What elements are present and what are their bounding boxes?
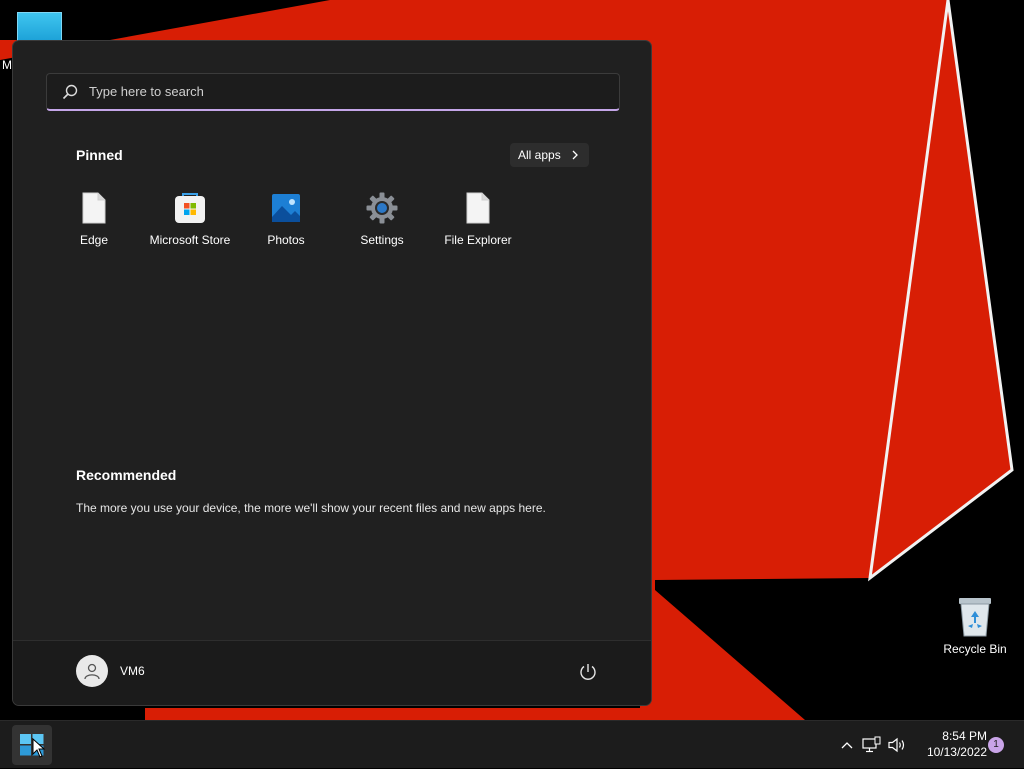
recycle-bin-icon bbox=[959, 598, 991, 637]
power-icon[interactable] bbox=[577, 661, 599, 683]
taskbar: 8:54 PM 10/13/2022 1 bbox=[0, 720, 1024, 768]
pinned-app-settings[interactable]: Settings bbox=[334, 189, 430, 253]
clock-time: 8:54 PM bbox=[942, 729, 987, 743]
user-account-button[interactable]: VM6 bbox=[76, 655, 145, 687]
file-icon bbox=[466, 192, 490, 224]
pinned-app-label: Settings bbox=[360, 233, 404, 247]
pinned-apps: Edge Microsoft Store Photos Settings Fil… bbox=[46, 189, 526, 253]
search-box[interactable] bbox=[46, 73, 620, 111]
recommended-title: Recommended bbox=[76, 467, 177, 483]
mouse-cursor-icon bbox=[32, 738, 46, 758]
clock-date: 10/13/2022 bbox=[926, 745, 987, 759]
pinned-app-label: Edge bbox=[79, 233, 109, 247]
pinned-app-label: File Explorer bbox=[444, 233, 512, 247]
chevron-right-icon bbox=[572, 150, 578, 160]
all-apps-button[interactable]: All apps bbox=[510, 143, 589, 167]
file-icon bbox=[82, 192, 106, 224]
system-tray bbox=[836, 721, 910, 769]
chevron-up-icon[interactable] bbox=[839, 737, 855, 753]
notification-badge[interactable]: 1 bbox=[988, 737, 1004, 753]
recycle-bin[interactable]: Recycle Bin bbox=[936, 596, 1014, 656]
network-icon[interactable] bbox=[861, 736, 881, 754]
search-input[interactable] bbox=[87, 83, 571, 100]
photos-icon bbox=[272, 194, 300, 222]
pinned-app-photos[interactable]: Photos bbox=[238, 189, 334, 253]
pinned-app-file-explorer[interactable]: File Explorer bbox=[430, 189, 526, 253]
pinned-app-microsoft-store[interactable]: Microsoft Store bbox=[142, 189, 238, 253]
pinned-title: Pinned bbox=[76, 147, 123, 163]
start-menu: Pinned All apps Edge Microsoft Store bbox=[12, 40, 652, 706]
speaker-icon[interactable] bbox=[887, 736, 907, 754]
pinned-app-label: Microsoft Store bbox=[149, 233, 231, 247]
pinned-app-edge[interactable]: Edge bbox=[46, 189, 142, 253]
recommended-message: The more you use your device, the more w… bbox=[76, 501, 546, 515]
pinned-app-label: Photos bbox=[267, 233, 305, 247]
start-menu-footer: VM6 bbox=[13, 640, 651, 705]
desktop-icon-partial-label: M bbox=[2, 58, 12, 72]
gear-icon bbox=[366, 192, 398, 224]
search-icon bbox=[62, 84, 78, 99]
all-apps-label: All apps bbox=[518, 148, 561, 162]
avatar bbox=[76, 655, 108, 687]
store-icon bbox=[175, 193, 205, 223]
clock[interactable]: 8:54 PM 10/13/2022 bbox=[915, 728, 987, 760]
user-name: VM6 bbox=[120, 664, 145, 678]
recycle-bin-label: Recycle Bin bbox=[943, 642, 1007, 656]
user-icon bbox=[84, 663, 100, 680]
